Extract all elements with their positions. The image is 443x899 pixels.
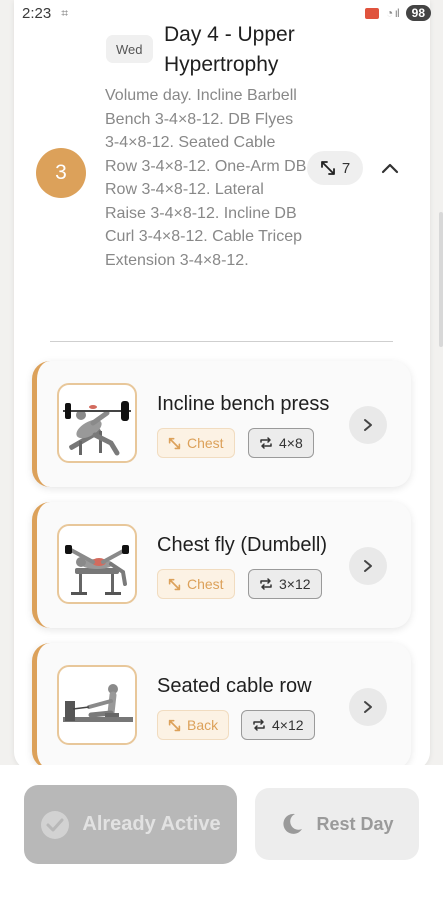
sets-chip: 4×12 — [241, 710, 315, 740]
wifi-signal-icon: ◔ ıl — [386, 6, 400, 20]
bottom-action-bar: Already Active Rest Day — [0, 765, 443, 899]
already-active-button[interactable]: Already Active — [24, 785, 237, 864]
muscle-label: Chest — [187, 576, 224, 592]
muscle-chip: Chest — [157, 569, 235, 599]
sets-chip: 4×8 — [248, 428, 314, 458]
status-bar: 2:23 ⌗ ◔ ıl 98 — [0, 0, 443, 26]
chest-fly-illustration-icon — [65, 545, 129, 595]
scrollbar[interactable] — [439, 212, 443, 347]
incline-bench-illustration-icon — [63, 401, 131, 456]
arrows-expand-icon — [168, 578, 181, 590]
check-circle-icon — [41, 810, 70, 839]
already-active-label: Already Active — [82, 813, 221, 835]
exercise-name: Chest fly (Dumbell) — [157, 534, 328, 556]
battery-badge: 98 — [405, 5, 431, 21]
sets-label: 4×12 — [272, 717, 304, 733]
open-exercise-button[interactable] — [349, 547, 387, 585]
exercise-thumbnail — [57, 524, 137, 604]
arrows-expand-icon — [168, 719, 181, 731]
exercise-card[interactable]: Chest fly (Dumbell) Chest 3×12 — [32, 502, 411, 628]
status-left: 2:23 ⌗ — [22, 5, 68, 22]
chevron-up-icon — [381, 163, 399, 174]
chevron-right-icon — [364, 560, 372, 572]
arrows-expand-icon — [168, 437, 181, 449]
day-card: 3 Wed Day 4 - Upper Hypertrophy Volume d… — [14, 0, 430, 770]
seated-row-illustration-icon — [63, 684, 133, 722]
rest-day-button[interactable]: Rest Day — [255, 788, 419, 860]
sets-label: 3×12 — [279, 576, 311, 592]
arrows-expand-icon — [320, 161, 335, 175]
chevron-right-icon — [364, 419, 372, 431]
day-title: Day 4 - Upper Hypertrophy — [164, 23, 295, 76]
muscle-label: Chest — [187, 435, 224, 451]
repeat-icon — [260, 578, 272, 590]
muscle-label: Back — [187, 717, 219, 733]
sets-label: 4×8 — [279, 435, 303, 451]
open-exercise-button[interactable] — [349, 688, 387, 726]
status-right: ◔ ıl 98 — [365, 5, 431, 21]
exercise-card[interactable]: Incline bench press Chest 4×8 — [32, 361, 411, 487]
sets-chip: 3×12 — [248, 569, 322, 599]
open-exercise-button[interactable] — [349, 406, 387, 444]
exercise-name: Incline bench press — [157, 393, 330, 415]
exercise-name: Seated cable row — [157, 675, 312, 697]
cast-icon — [365, 7, 380, 19]
muscle-chip: Chest — [157, 428, 235, 458]
chevron-right-icon — [364, 701, 372, 713]
repeat-icon — [260, 437, 272, 449]
muscle-chip: Back — [157, 710, 230, 740]
exercise-count: 7 — [341, 159, 351, 177]
day-number-badge: 3 — [36, 148, 86, 198]
status-time: 2:23 — [22, 4, 52, 22]
day-description: Volume day. Incline Barbell Bench 3-4×8-… — [105, 87, 307, 269]
rest-day-label: Rest Day — [316, 813, 394, 834]
divider — [50, 341, 393, 342]
repeat-icon — [253, 719, 265, 731]
exercise-card[interactable]: Seated cable row Back 4×12 — [32, 643, 411, 769]
exercise-count-chip[interactable]: 7 — [307, 151, 363, 185]
exercise-thumbnail — [57, 665, 137, 745]
weekday-chip: Wed — [106, 35, 153, 63]
collapse-button[interactable] — [376, 155, 404, 181]
exercise-thumbnail — [57, 383, 137, 463]
moon-icon — [283, 813, 303, 834]
notification-icon: ⌗ — [61, 5, 68, 20]
